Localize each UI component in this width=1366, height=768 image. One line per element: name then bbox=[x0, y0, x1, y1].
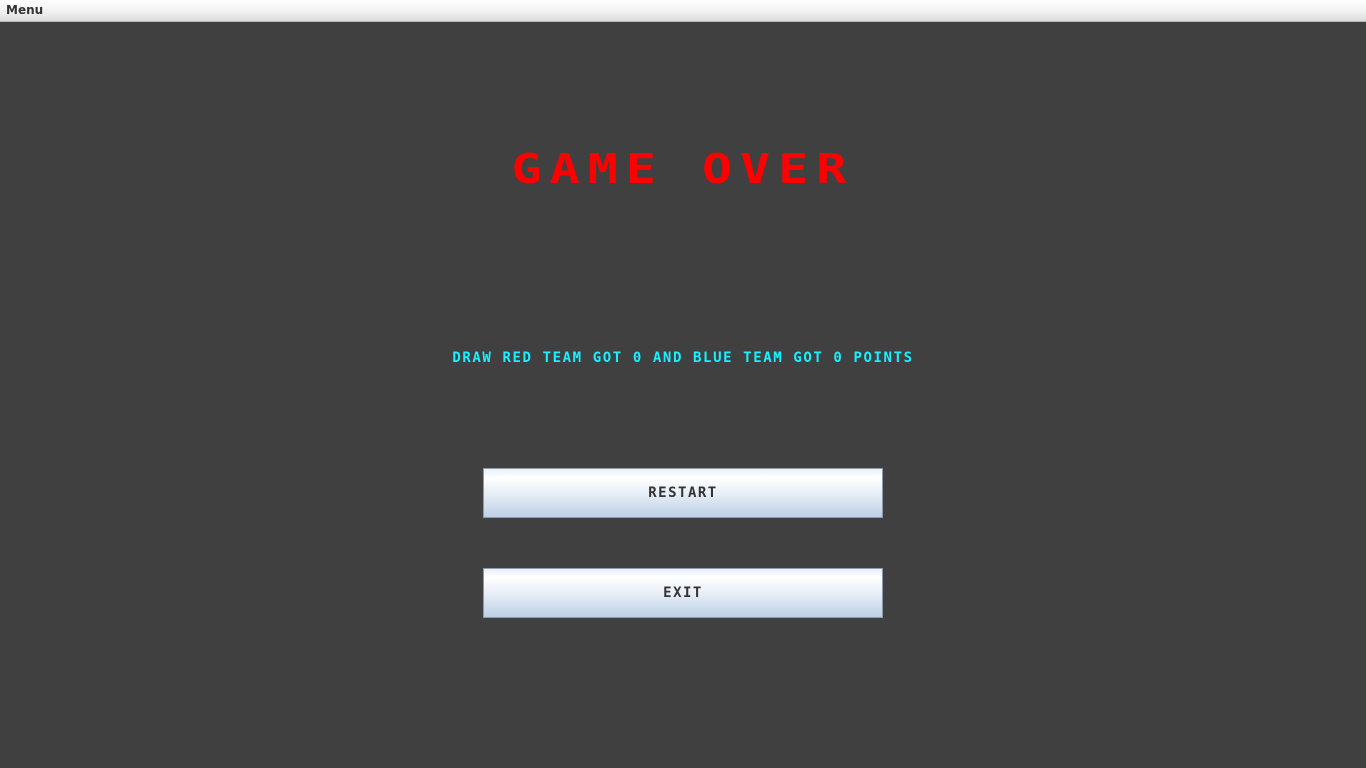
restart-button[interactable]: RESTART bbox=[483, 468, 883, 518]
menu-button[interactable]: Menu bbox=[6, 3, 43, 17]
result-message: DRAW RED TEAM GOT 0 AND BLUE TEAM GOT 0 … bbox=[452, 350, 914, 366]
game-over-title: GAME OVER bbox=[511, 145, 855, 193]
menu-bar: Menu bbox=[0, 0, 1366, 22]
game-over-screen: GAME OVER DRAW RED TEAM GOT 0 AND BLUE T… bbox=[0, 23, 1366, 768]
exit-button[interactable]: EXIT bbox=[483, 568, 883, 618]
